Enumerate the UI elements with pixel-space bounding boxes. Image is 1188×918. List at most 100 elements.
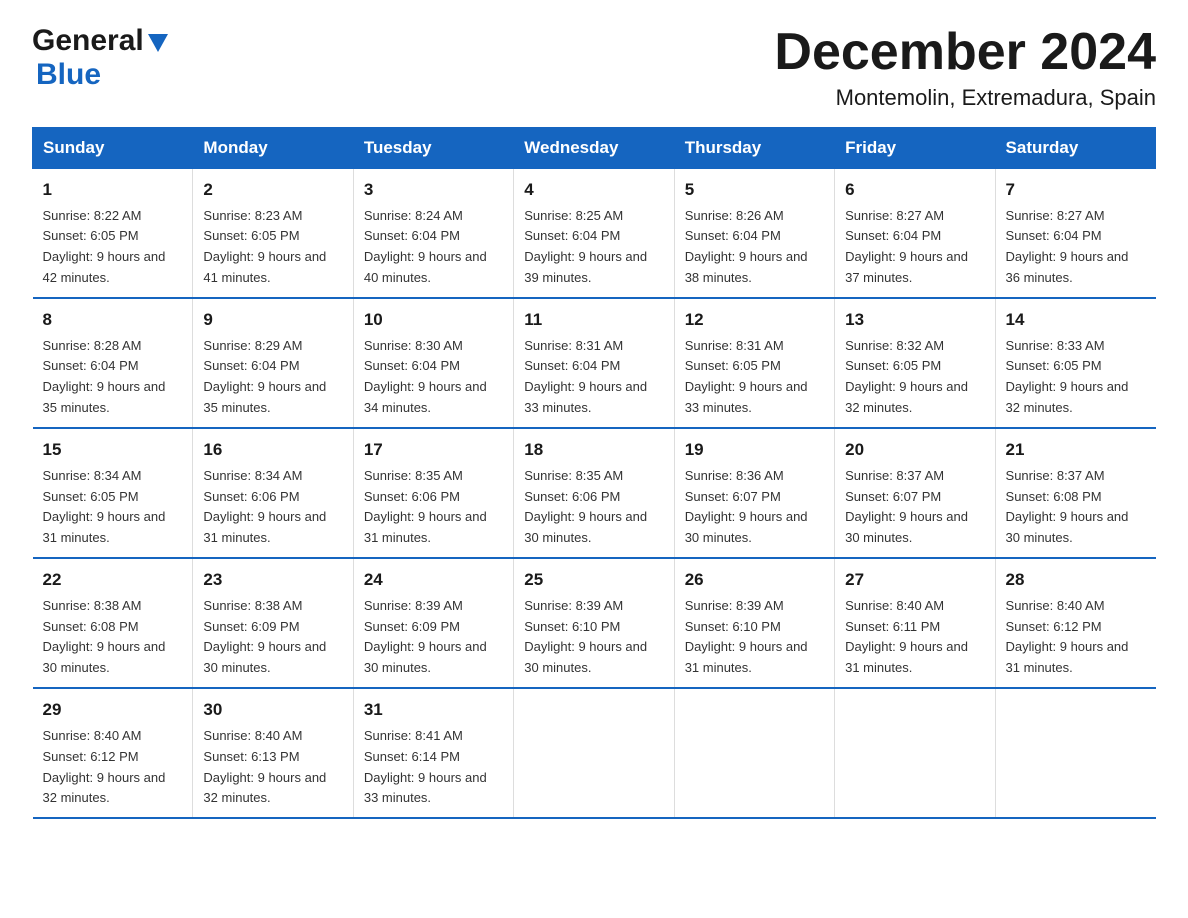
calendar-cell: 20 Sunrise: 8:37 AMSunset: 6:07 PMDayligh… [835,428,995,558]
day-info: Sunrise: 8:30 AMSunset: 6:04 PMDaylight:… [364,338,487,416]
day-number: 18 [524,437,663,463]
day-info: Sunrise: 8:38 AMSunset: 6:09 PMDaylight:… [203,598,326,676]
calendar-week-4: 22Sunrise: 8:38 AMSunset: 6:08 PMDayligh… [33,558,1156,688]
day-number: 11 [524,307,663,333]
header-thursday: Thursday [674,128,834,169]
day-number: 16 [203,437,342,463]
calendar-cell: 28 Sunrise: 8:40 AMSunset: 6:12 PMDayligh… [995,558,1155,688]
calendar-cell: 9 Sunrise: 8:29 AMSunset: 6:04 PMDaylight… [193,298,353,428]
page-header: General Blue December 2024 Montemolin, E… [32,24,1156,111]
calendar-cell: 24Sunrise: 8:39 AMSunset: 6:09 PMDayligh… [353,558,513,688]
calendar-cell: 10 Sunrise: 8:30 AMSunset: 6:04 PMDayligh… [353,298,513,428]
calendar-cell: 6 Sunrise: 8:27 AMSunset: 6:04 PMDaylight… [835,169,995,299]
day-info: Sunrise: 8:25 AMSunset: 6:04 PMDaylight:… [524,208,647,286]
day-info: Sunrise: 8:40 AMSunset: 6:12 PMDaylight:… [1006,598,1129,676]
day-info: Sunrise: 8:31 AMSunset: 6:05 PMDaylight:… [685,338,808,416]
day-info: Sunrise: 8:28 AMSunset: 6:04 PMDaylight:… [43,338,166,416]
day-number: 4 [524,177,663,203]
calendar-cell: 7Sunrise: 8:27 AMSunset: 6:04 PMDaylight… [995,169,1155,299]
header-saturday: Saturday [995,128,1155,169]
calendar-cell: 8Sunrise: 8:28 AMSunset: 6:04 PMDaylight… [33,298,193,428]
day-number: 3 [364,177,503,203]
calendar-cell: 11 Sunrise: 8:31 AMSunset: 6:04 PMDayligh… [514,298,674,428]
day-info: Sunrise: 8:24 AMSunset: 6:04 PMDaylight:… [364,208,487,286]
day-info: Sunrise: 8:37 AMSunset: 6:08 PMDaylight:… [1006,468,1129,546]
title-block: December 2024 Montemolin, Extremadura, S… [774,24,1156,111]
day-number: 29 [43,697,183,723]
calendar-cell: 21 Sunrise: 8:37 AMSunset: 6:08 PMDayligh… [995,428,1155,558]
day-info: Sunrise: 8:35 AMSunset: 6:06 PMDaylight:… [364,468,487,546]
day-number: 21 [1006,437,1146,463]
day-number: 5 [685,177,824,203]
day-number: 31 [364,697,503,723]
day-number: 23 [203,567,342,593]
calendar-week-2: 8Sunrise: 8:28 AMSunset: 6:04 PMDaylight… [33,298,1156,428]
day-number: 2 [203,177,342,203]
calendar-cell: 3 Sunrise: 8:24 AMSunset: 6:04 PMDaylight… [353,169,513,299]
calendar-cell: 13 Sunrise: 8:32 AMSunset: 6:05 PMDayligh… [835,298,995,428]
calendar-title: December 2024 [774,24,1156,81]
calendar-week-5: 29 Sunrise: 8:40 AMSunset: 6:12 PMDayligh… [33,688,1156,818]
day-number: 26 [685,567,824,593]
calendar-cell: 25 Sunrise: 8:39 AMSunset: 6:10 PMDayligh… [514,558,674,688]
day-number: 27 [845,567,984,593]
day-info: Sunrise: 8:35 AMSunset: 6:06 PMDaylight:… [524,468,647,546]
day-info: Sunrise: 8:29 AMSunset: 6:04 PMDaylight:… [203,338,326,416]
day-number: 15 [43,437,183,463]
header-monday: Monday [193,128,353,169]
header-friday: Friday [835,128,995,169]
day-info: Sunrise: 8:37 AMSunset: 6:07 PMDaylight:… [845,468,968,546]
day-number: 30 [203,697,342,723]
calendar-cell: 14Sunrise: 8:33 AMSunset: 6:05 PMDayligh… [995,298,1155,428]
calendar-cell: 22Sunrise: 8:38 AMSunset: 6:08 PMDayligh… [33,558,193,688]
day-info: Sunrise: 8:26 AMSunset: 6:04 PMDaylight:… [685,208,808,286]
day-number: 25 [524,567,663,593]
day-info: Sunrise: 8:27 AMSunset: 6:04 PMDaylight:… [845,208,968,286]
calendar-cell [674,688,834,818]
day-number: 12 [685,307,824,333]
calendar-cell: 26Sunrise: 8:39 AMSunset: 6:10 PMDayligh… [674,558,834,688]
calendar-cell: 30 Sunrise: 8:40 AMSunset: 6:13 PMDayligh… [193,688,353,818]
day-info: Sunrise: 8:40 AMSunset: 6:11 PMDaylight:… [845,598,968,676]
calendar-subtitle: Montemolin, Extremadura, Spain [774,85,1156,111]
day-info: Sunrise: 8:31 AMSunset: 6:04 PMDaylight:… [524,338,647,416]
day-info: Sunrise: 8:39 AMSunset: 6:09 PMDaylight:… [364,598,487,676]
calendar-cell: 18 Sunrise: 8:35 AMSunset: 6:06 PMDayligh… [514,428,674,558]
calendar-cell: 23 Sunrise: 8:38 AMSunset: 6:09 PMDayligh… [193,558,353,688]
calendar-cell [835,688,995,818]
logo-text-blue: Blue [36,58,101,92]
calendar-cell [995,688,1155,818]
calendar-cell: 27 Sunrise: 8:40 AMSunset: 6:11 PMDayligh… [835,558,995,688]
header-tuesday: Tuesday [353,128,513,169]
day-info: Sunrise: 8:34 AMSunset: 6:06 PMDaylight:… [203,468,326,546]
day-number: 10 [364,307,503,333]
calendar-header-row: SundayMondayTuesdayWednesdayThursdayFrid… [33,128,1156,169]
calendar-cell [514,688,674,818]
day-info: Sunrise: 8:40 AMSunset: 6:12 PMDaylight:… [43,728,166,806]
calendar-week-3: 15 Sunrise: 8:34 AMSunset: 6:05 PMDayligh… [33,428,1156,558]
calendar-cell: 2 Sunrise: 8:23 AMSunset: 6:05 PMDaylight… [193,169,353,299]
day-number: 20 [845,437,984,463]
calendar-cell: 19Sunrise: 8:36 AMSunset: 6:07 PMDayligh… [674,428,834,558]
calendar-cell: 31Sunrise: 8:41 AMSunset: 6:14 PMDayligh… [353,688,513,818]
day-info: Sunrise: 8:34 AMSunset: 6:05 PMDaylight:… [43,468,166,546]
day-number: 1 [43,177,183,203]
day-info: Sunrise: 8:23 AMSunset: 6:05 PMDaylight:… [203,208,326,286]
calendar-cell: 15 Sunrise: 8:34 AMSunset: 6:05 PMDayligh… [33,428,193,558]
day-info: Sunrise: 8:39 AMSunset: 6:10 PMDaylight:… [524,598,647,676]
header-sunday: Sunday [33,128,193,169]
calendar-cell: 16 Sunrise: 8:34 AMSunset: 6:06 PMDayligh… [193,428,353,558]
day-number: 13 [845,307,984,333]
day-info: Sunrise: 8:40 AMSunset: 6:13 PMDaylight:… [203,728,326,806]
calendar-table: SundayMondayTuesdayWednesdayThursdayFrid… [32,127,1156,819]
day-number: 28 [1006,567,1146,593]
calendar-cell: 17Sunrise: 8:35 AMSunset: 6:06 PMDayligh… [353,428,513,558]
day-number: 9 [203,307,342,333]
day-number: 6 [845,177,984,203]
logo-triangle-icon [148,34,168,52]
logo-text-general: General [32,24,144,58]
day-info: Sunrise: 8:32 AMSunset: 6:05 PMDaylight:… [845,338,968,416]
day-number: 22 [43,567,183,593]
day-info: Sunrise: 8:36 AMSunset: 6:07 PMDaylight:… [685,468,808,546]
calendar-cell: 1Sunrise: 8:22 AMSunset: 6:05 PMDaylight… [33,169,193,299]
